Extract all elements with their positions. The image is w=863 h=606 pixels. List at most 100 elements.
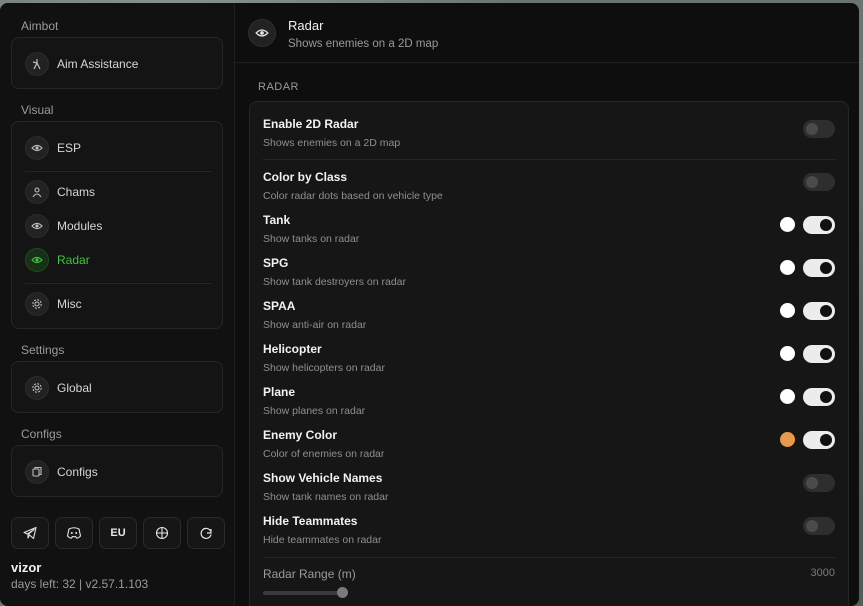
divider	[263, 557, 835, 558]
setting-description: Show tank destroyers on radar	[263, 276, 406, 288]
setting-row-helicopter: Helicopter Show helicopters on radar	[263, 342, 835, 382]
globe-icon	[155, 526, 169, 540]
group-settings: Global	[11, 361, 223, 413]
sidebar-item-label: Chams	[57, 185, 96, 199]
setting-row-plane: Plane Show planes on radar	[263, 385, 835, 425]
app-window: Aimbot Aim Assistance Visual ESP Chams M…	[0, 3, 859, 606]
sidebar-item-misc[interactable]: Misc	[25, 291, 82, 317]
group-aimbot: Aim Assistance	[11, 37, 223, 89]
radar-range-slider-track[interactable]	[263, 591, 341, 595]
setting-row-spaa: SPAA Show anti-air on radar	[263, 299, 835, 339]
enable-radar-toggle[interactable]	[803, 120, 835, 138]
sidebar-item-label: ESP	[57, 141, 82, 155]
sidebar-item-label: Misc	[57, 297, 82, 311]
user-meta: days left: 32 | v2.57.1.103	[11, 577, 149, 591]
telegram-icon	[23, 526, 37, 540]
setting-description: Color radar dots based on vehicle type	[263, 190, 443, 202]
setting-description: Show tank names on radar	[263, 491, 389, 503]
setting-description: Show planes on radar	[263, 405, 366, 417]
setting-description: Show helicopters on radar	[263, 362, 385, 374]
radar-range-value: 3000	[810, 567, 835, 579]
refresh-icon	[199, 526, 213, 540]
discord-icon	[66, 526, 82, 540]
sidebar-item-label: Radar	[57, 253, 90, 267]
sidebar-item-aim-assistance[interactable]: Aim Assistance	[25, 51, 138, 77]
section-title-visual: Visual	[21, 103, 54, 117]
spg-color-swatch[interactable]	[780, 260, 795, 275]
refresh-button[interactable]	[187, 517, 225, 549]
hide-teammates-toggle[interactable]	[803, 517, 835, 535]
setting-description: Show tanks on radar	[263, 233, 360, 245]
sidebar-item-label: Global	[57, 381, 92, 395]
enemy-color-swatch[interactable]	[780, 432, 795, 447]
section-title-aimbot: Aimbot	[21, 19, 59, 33]
aim-icon	[25, 52, 49, 76]
sidebar-item-chams[interactable]: Chams	[25, 179, 95, 205]
eye-icon	[25, 214, 49, 238]
gear-icon	[25, 292, 49, 316]
tank-color-swatch[interactable]	[780, 217, 795, 232]
spg-toggle[interactable]	[803, 259, 835, 277]
user-name: vizor	[11, 560, 42, 575]
setting-row-color-by-class: Color by Class Color radar dots based on…	[263, 170, 835, 210]
globe-button[interactable]	[143, 517, 181, 549]
setting-row-enemy-color: Enemy Color Color of enemies on radar	[263, 428, 835, 468]
setting-row-hide-teammates: Hide Teammates Hide teammates on radar	[263, 514, 835, 554]
settings-panel: Enable 2D Radar Shows enemies on a 2D ma…	[249, 101, 849, 606]
setting-row-show-vehicle-names: Show Vehicle Names Show tank names on ra…	[263, 471, 835, 511]
sidebar-item-label: Aim Assistance	[57, 57, 139, 71]
plane-toggle[interactable]	[803, 388, 835, 406]
setting-title: Enemy Color	[263, 428, 338, 442]
setting-description: Show anti-air on radar	[263, 319, 367, 331]
setting-title: Plane	[263, 385, 296, 399]
section-title-configs: Configs	[21, 427, 62, 441]
discord-button[interactable]	[55, 517, 93, 549]
sidebar-item-label: Configs	[57, 465, 98, 479]
spaa-toggle[interactable]	[803, 302, 835, 320]
page-header: Radar Shows enemies on a 2D map	[235, 3, 859, 63]
setting-title: Color by Class	[263, 170, 348, 184]
region-button[interactable]: EU	[99, 517, 137, 549]
helicopter-toggle[interactable]	[803, 345, 835, 363]
sidebar-item-configs[interactable]: Configs	[25, 459, 98, 485]
page-subtitle: Shows enemies on a 2D map	[288, 38, 439, 50]
setting-row-spg: SPG Show tank destroyers on radar	[263, 256, 835, 296]
bottom-buttons: EU	[11, 517, 225, 549]
spaa-color-swatch[interactable]	[780, 303, 795, 318]
tank-toggle[interactable]	[803, 216, 835, 234]
setting-description: Color of enemies on radar	[263, 448, 385, 460]
color-by-class-toggle[interactable]	[803, 173, 835, 191]
sidebar: Aimbot Aim Assistance Visual ESP Chams M…	[0, 3, 235, 606]
radar-range-slider-handle[interactable]	[337, 587, 348, 598]
radar-range-label: Radar Range (m)	[263, 567, 356, 581]
section-title-settings: Settings	[21, 343, 65, 357]
sidebar-item-radar[interactable]: Radar	[25, 247, 90, 273]
sidebar-item-global[interactable]: Global	[25, 375, 92, 401]
setting-title: Helicopter	[263, 342, 322, 356]
copy-icon	[25, 460, 49, 484]
setting-title: SPAA	[263, 299, 296, 313]
setting-title: Tank	[263, 213, 291, 227]
setting-title: Hide Teammates	[263, 514, 358, 528]
sidebar-item-modules[interactable]: Modules	[25, 213, 102, 239]
show-vehicle-names-toggle[interactable]	[803, 474, 835, 492]
divider	[25, 171, 211, 172]
helicopter-color-swatch[interactable]	[780, 346, 795, 361]
eye-icon	[248, 19, 276, 47]
setting-title: SPG	[263, 256, 289, 270]
plane-color-swatch[interactable]	[780, 389, 795, 404]
main-content: Radar Shows enemies on a 2D map RADAR En…	[235, 3, 859, 606]
setting-title: Enable 2D Radar	[263, 117, 359, 131]
enemy-color-toggle[interactable]	[803, 431, 835, 449]
setting-row-enable-radar: Enable 2D Radar Shows enemies on a 2D ma…	[263, 117, 835, 157]
section-label: RADAR	[258, 81, 300, 93]
gear-icon	[25, 376, 49, 400]
divider	[25, 283, 211, 284]
setting-description: Hide teammates on radar	[263, 534, 382, 546]
divider	[263, 159, 835, 160]
setting-description: Shows enemies on a 2D map	[263, 137, 401, 149]
group-configs: Configs	[11, 445, 223, 497]
sidebar-item-esp[interactable]: ESP	[25, 135, 81, 161]
eye-icon	[25, 248, 49, 272]
telegram-button[interactable]	[11, 517, 49, 549]
